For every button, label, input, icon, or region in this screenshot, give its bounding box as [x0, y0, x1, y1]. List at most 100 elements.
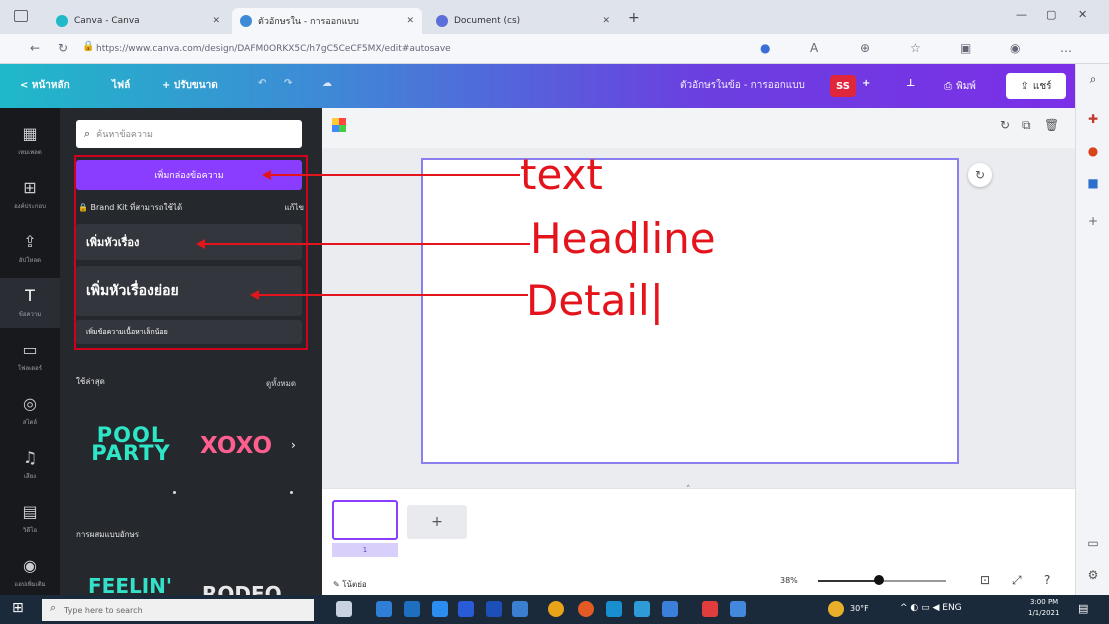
- redo-icon[interactable]: ↷: [284, 78, 292, 89]
- print-button[interactable]: ⎙ พิมพ์: [928, 73, 992, 99]
- refresh-page-icon[interactable]: ↻: [1000, 118, 1010, 132]
- collections-icon[interactable]: ▣: [960, 41, 971, 55]
- rail-item-7[interactable]: ▤ วิดีโอ: [0, 494, 60, 544]
- firefox-icon[interactable]: [578, 601, 594, 617]
- windows-start-icon[interactable]: ⊞: [12, 600, 24, 616]
- rail-item-8[interactable]: ◉ แอปเพิ่มเติม: [0, 548, 60, 598]
- new-tab-button[interactable]: +: [628, 10, 640, 26]
- rail-item-4[interactable]: ▭ โฟลเดอร์: [0, 332, 60, 382]
- notes-button[interactable]: ✎ โน้ตย่อ: [333, 578, 367, 591]
- design-page[interactable]: [421, 158, 959, 464]
- add-collaborator-icon[interactable]: +: [862, 78, 870, 89]
- notes-icon: ✎: [333, 580, 343, 589]
- app-icon[interactable]: [512, 601, 528, 617]
- undo-icon[interactable]: ↶: [258, 78, 266, 89]
- system-tray-icons[interactable]: ^ ◐ ▭ ◀ ENG: [900, 603, 962, 613]
- weather-temp: 30°F: [850, 604, 869, 613]
- add-page-button[interactable]: +: [407, 505, 467, 539]
- office-icon[interactable]: ●: [1086, 144, 1100, 158]
- search-icon[interactable]: ⌕: [1086, 72, 1100, 86]
- rotate-icon[interactable]: ↻: [968, 163, 992, 187]
- profile-icon[interactable]: ◉: [1010, 41, 1020, 55]
- favorites-icon[interactable]: ☆: [910, 41, 921, 55]
- file-menu[interactable]: ไฟล์: [112, 78, 130, 93]
- rail-item-1[interactable]: ⊞ องค์ประกอบ: [0, 170, 60, 220]
- url-field[interactable]: https://www.canva.com/design/DAFM0ORKX5C…: [96, 40, 596, 58]
- zoom-percent[interactable]: 38%: [780, 576, 798, 585]
- fullscreen-icon[interactable]: ⤢: [1012, 573, 1022, 588]
- app-icon[interactable]: [662, 601, 678, 617]
- app-icon[interactable]: [486, 601, 502, 617]
- split-screen-icon[interactable]: ▭: [1086, 536, 1100, 550]
- font-sample-xoxo[interactable]: XOXO: [200, 433, 272, 459]
- read-aloud-icon[interactable]: A: [810, 41, 818, 55]
- minimize-icon[interactable]: —: [1016, 8, 1027, 21]
- close-tab-icon[interactable]: ✕: [602, 16, 610, 26]
- color-palette-icon[interactable]: [332, 118, 346, 132]
- page-thumbnail[interactable]: [332, 500, 398, 540]
- rail-label: เสียง: [23, 473, 37, 480]
- rail-item-6[interactable]: ♫ เสียง: [0, 440, 60, 490]
- edge-icon[interactable]: [634, 601, 650, 617]
- see-all-link[interactable]: ดูทั้งหมด: [266, 377, 296, 390]
- maximize-icon[interactable]: ▢: [1046, 8, 1056, 21]
- arrow-text-head: [262, 170, 271, 180]
- delete-page-icon[interactable]: 🗑: [1044, 118, 1059, 132]
- rail-item-0[interactable]: ▦ เทมเพลต: [0, 116, 60, 166]
- design-title[interactable]: ตัวอักษรในข้อ - การออกแบบ: [680, 78, 805, 93]
- duplicate-page-icon[interactable]: ⧉: [1022, 118, 1031, 133]
- search-input[interactable]: ⌕ ค้นหาข้อความ: [76, 120, 302, 148]
- rail-item-5[interactable]: ◎ สไตล์: [0, 386, 60, 436]
- avatar[interactable]: SS: [830, 75, 856, 97]
- app-icon[interactable]: [606, 601, 622, 617]
- browser-tab-1[interactable]: Canva - Canva ✕: [48, 8, 228, 34]
- close-tab-icon[interactable]: ✕: [212, 16, 220, 26]
- browser-tab-3[interactable]: Document (cs) ✕: [428, 8, 618, 34]
- chrome-icon[interactable]: [548, 601, 564, 617]
- lock-icon: 🔒: [82, 41, 95, 52]
- more-icon[interactable]: …: [1060, 41, 1072, 55]
- rail-item-2[interactable]: ⇪ อัปโหลด: [0, 224, 60, 274]
- notification-icon[interactable]: ▤: [1078, 602, 1088, 615]
- add-sidebar-icon[interactable]: +: [1086, 214, 1100, 228]
- browser-tab-2[interactable]: ตัวอักษรใน - การออกแบบ ✕: [232, 8, 422, 34]
- grid-view-icon[interactable]: ⊡: [980, 573, 990, 587]
- outlook-icon[interactable]: ■: [1086, 176, 1100, 190]
- clock-time[interactable]: 3:00 PM: [1030, 598, 1058, 606]
- back-icon[interactable]: ←: [30, 41, 40, 55]
- refresh-icon[interactable]: ↻: [58, 41, 68, 55]
- rail-item-3[interactable]: T ข้อความ: [0, 278, 60, 328]
- word-icon[interactable]: [458, 601, 474, 617]
- zoom-slider-knob[interactable]: [873, 575, 884, 585]
- close-tab-icon[interactable]: ✕: [406, 16, 414, 26]
- app-icon[interactable]: [702, 601, 718, 617]
- share-button[interactable]: ⇪ แชร์: [1006, 73, 1066, 99]
- clock-date[interactable]: 1/1/2021: [1028, 609, 1059, 617]
- chevron-right-icon[interactable]: ›: [291, 438, 296, 452]
- resize-menu[interactable]: + ปรับขนาด: [162, 78, 218, 93]
- rail-icon: T: [25, 286, 35, 305]
- font-sample-pool-party[interactable]: POOL PARTY: [86, 425, 176, 464]
- analytics-icon[interactable]: ⊥: [906, 78, 915, 89]
- mail-icon[interactable]: [404, 601, 420, 617]
- window-menu-icon[interactable]: [14, 10, 28, 22]
- scroll-up-icon[interactable]: ˄: [686, 485, 691, 495]
- home-link[interactable]: < หน้าหลัก: [20, 78, 70, 93]
- store-icon[interactable]: [376, 601, 392, 617]
- close-window-icon[interactable]: ✕: [1078, 8, 1087, 21]
- extension-icon[interactable]: ●: [760, 41, 770, 55]
- explorer-icon[interactable]: [432, 601, 448, 617]
- avatar-initials: SS: [836, 80, 850, 92]
- zoom-icon[interactable]: ⊕: [860, 41, 870, 55]
- task-view-icon[interactable]: [336, 601, 352, 617]
- rail-icon: ▭: [22, 340, 38, 359]
- help-icon[interactable]: ?: [1044, 573, 1050, 587]
- taskbar-search-input[interactable]: Type here to search: [42, 599, 314, 621]
- app-icon[interactable]: [730, 601, 746, 617]
- taskbar-search-placeholder: Type here to search: [64, 605, 143, 615]
- settings-gear-icon[interactable]: ⚙: [1086, 568, 1100, 582]
- shopping-icon[interactable]: ✚: [1086, 112, 1100, 126]
- share-label: แชร์: [1032, 80, 1052, 92]
- left-rail: ▦ เทมเพลต ⊞ องค์ประกอบ ⇪ อัปโหลด T ข้อความ ▭ โฟลเ…: [0, 108, 60, 595]
- weather-icon[interactable]: [828, 601, 844, 617]
